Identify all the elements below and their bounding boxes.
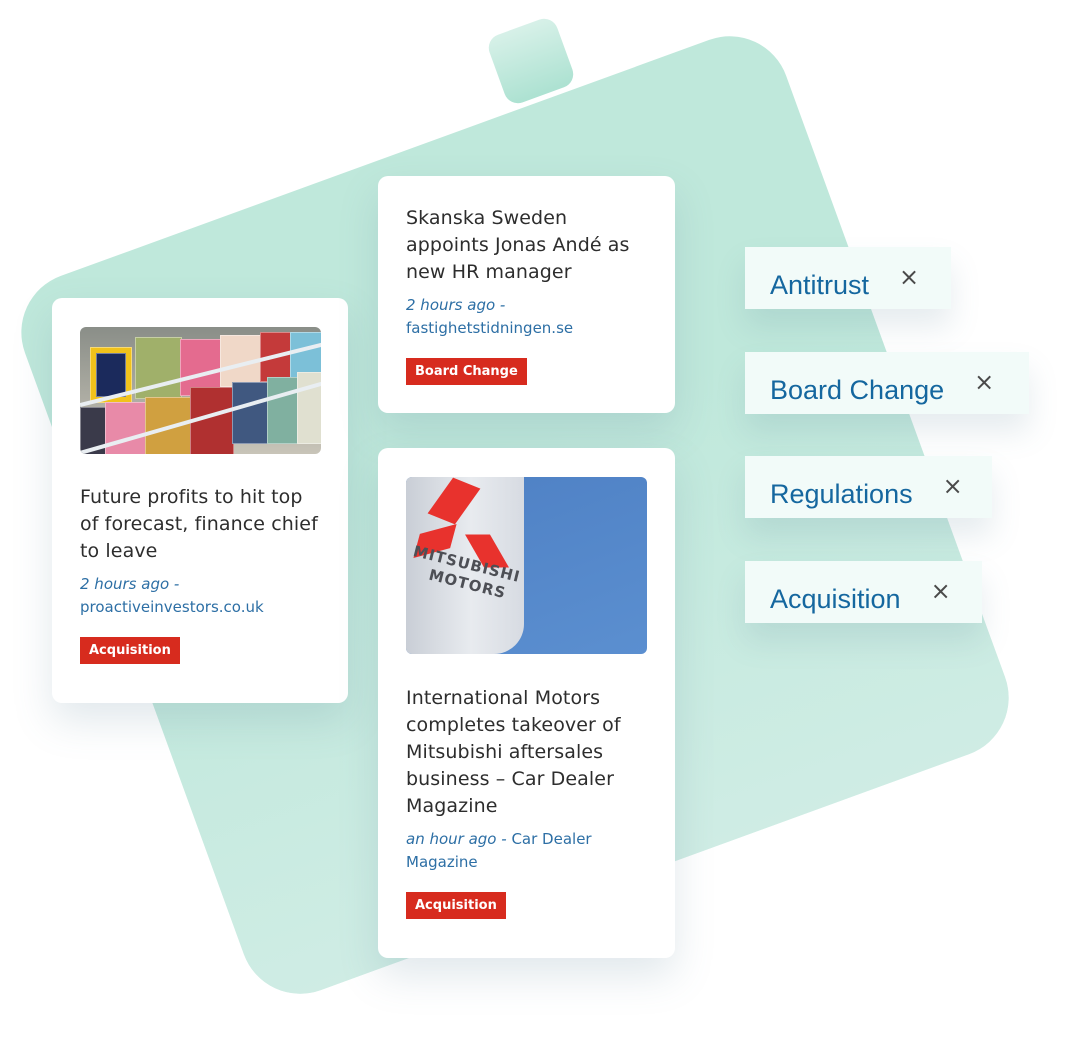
filter-chip-regulations[interactable]: Regulations × — [745, 456, 992, 518]
article-meta: 2 hours ago - fastighetstidningen.se — [406, 294, 647, 340]
article-time: an hour ago - — [406, 830, 507, 848]
filter-chip-label: Regulations — [770, 478, 913, 509]
article-meta: 2 hours ago - proactiveinvestors.co.uk — [80, 573, 321, 619]
article-source-link[interactable]: fastighetstidningen.se — [406, 319, 573, 337]
filter-chip-label: Antitrust — [770, 269, 870, 300]
article-time: 2 hours ago - — [406, 296, 506, 314]
news-card[interactable]: Skanska Sweden appoints Jonas Andé as ne… — [378, 176, 675, 413]
close-icon[interactable]: × — [899, 265, 919, 289]
close-icon[interactable]: × — [931, 579, 951, 603]
magazine-rack-image — [80, 327, 321, 454]
article-source-link[interactable]: proactiveinvestors.co.uk — [80, 598, 264, 616]
close-icon[interactable]: × — [943, 474, 963, 498]
news-card[interactable]: Future profits to hit top of forecast, f… — [52, 298, 348, 703]
filter-chip-board-change[interactable]: Board Change × — [745, 352, 1029, 414]
filter-chip-label: Acquisition — [770, 583, 901, 614]
article-headline[interactable]: International Motors completes takeover … — [406, 685, 647, 820]
filter-chip-label: Board Change — [770, 374, 945, 405]
article-headline[interactable]: Skanska Sweden appoints Jonas Andé as ne… — [406, 205, 647, 286]
article-tag[interactable]: Board Change — [406, 358, 527, 385]
article-time: 2 hours ago - — [80, 575, 180, 593]
mitsubishi-motors-image: MITSUBISHI MOTORS — [406, 477, 647, 654]
close-icon[interactable]: × — [974, 370, 994, 394]
filter-chip-antitrust[interactable]: Antitrust × — [745, 247, 951, 309]
article-headline[interactable]: Future profits to hit top of forecast, f… — [80, 484, 321, 565]
filter-chip-acquisition[interactable]: Acquisition × — [745, 561, 982, 623]
news-card[interactable]: MITSUBISHI MOTORS International Motors c… — [378, 448, 675, 958]
article-tag[interactable]: Acquisition — [80, 637, 180, 664]
article-meta: an hour ago - Car Dealer Magazine — [406, 828, 647, 874]
article-tag[interactable]: Acquisition — [406, 892, 506, 919]
